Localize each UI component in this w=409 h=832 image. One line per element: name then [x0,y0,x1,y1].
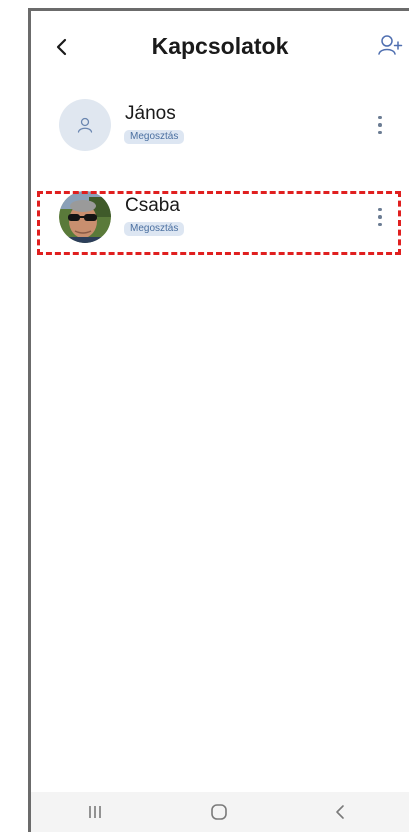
home-button[interactable] [204,800,234,824]
back-icon [336,805,344,819]
add-contact-button[interactable] [375,30,405,60]
dot-icon [378,215,382,219]
avatar [59,99,111,151]
dot-icon [378,115,382,120]
recents-icon [89,806,101,818]
contact-item-csaba[interactable]: Csaba Megosztás [31,188,409,258]
contact-name: János [125,103,176,124]
more-options-button[interactable] [373,110,387,140]
recents-button[interactable] [80,800,110,824]
page-title: Kapcsolatok [151,33,289,59]
more-options-button[interactable] [373,202,387,232]
contact-name: Csaba [125,195,180,216]
system-back-button[interactable] [325,800,355,824]
status-badge: Megosztás [124,222,185,236]
home-icon [211,804,227,820]
dot-icon [378,123,382,127]
dot-icon [378,207,382,212]
status-badge: Megosztás [124,130,185,144]
avatar-photo [59,191,111,243]
avatar [59,191,111,243]
top-bar: Kapcsolatok [31,25,409,69]
contact-item-janos[interactable]: János Megosztás [31,96,409,166]
app-screen: Kapcsolatok János Megosztás Csaba Megosz… [28,8,409,832]
dot-icon [378,222,382,227]
system-nav-bar [31,792,409,832]
person-placeholder-icon [77,117,93,133]
add-person-icon [378,35,403,55]
dot-icon [378,130,382,135]
